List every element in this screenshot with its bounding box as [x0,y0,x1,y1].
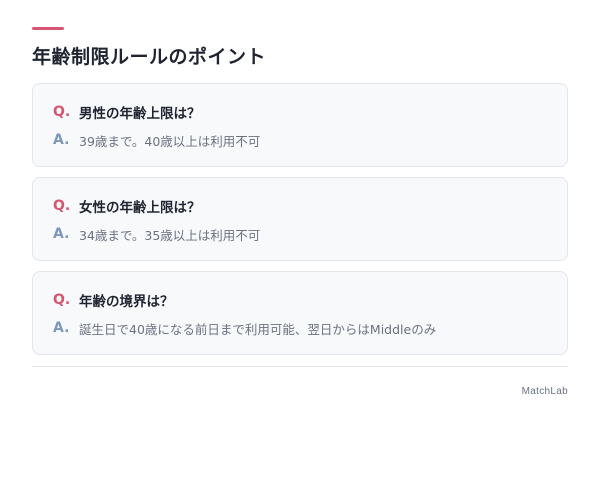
faq-answer: 34歳まで。35歳以上は利用不可 [79,227,261,243]
brand-label: MatchLab [521,386,568,397]
faq-item-age-boundary: Q. 年齢の境界は？ A. 誕生日で40歳になる前日まで利用可能、翌日からはMi… [32,271,568,355]
faq-question: 年齢の境界は？ [79,294,174,310]
question-mark: Q. [53,198,71,214]
faq-question: 男性の年齢上限は？ [79,106,201,122]
title-accent-bar [32,27,64,30]
page: 年齢制限ルールのポイント Q. 男性の年齢上限は？ A. 39歳まで。40歳以上… [0,0,600,480]
faq-answer: 誕生日で40歳になる前日まで利用可能、翌日からはMiddleのみ [79,321,437,337]
answer-mark: A. [53,320,70,336]
question-mark: Q. [53,292,71,308]
answer-mark: A. [53,226,70,242]
faq-question: 女性の年齢上限は？ [79,200,201,216]
faq-item-female-age-limit: Q. 女性の年齢上限は？ A. 34歳まで。35歳以上は利用不可 [32,177,568,261]
faq-list: Q. 男性の年齢上限は？ A. 39歳まで。40歳以上は利用不可 Q. 女性の年… [32,83,568,365]
question-mark: Q. [53,104,71,120]
faq-answer: 39歳まで。40歳以上は利用不可 [79,133,261,149]
page-title: 年齢制限ルールのポイント [32,46,267,68]
faq-item-male-age-limit: Q. 男性の年齢上限は？ A. 39歳まで。40歳以上は利用不可 [32,83,568,167]
footer-divider [32,366,568,367]
answer-mark: A. [53,132,70,148]
